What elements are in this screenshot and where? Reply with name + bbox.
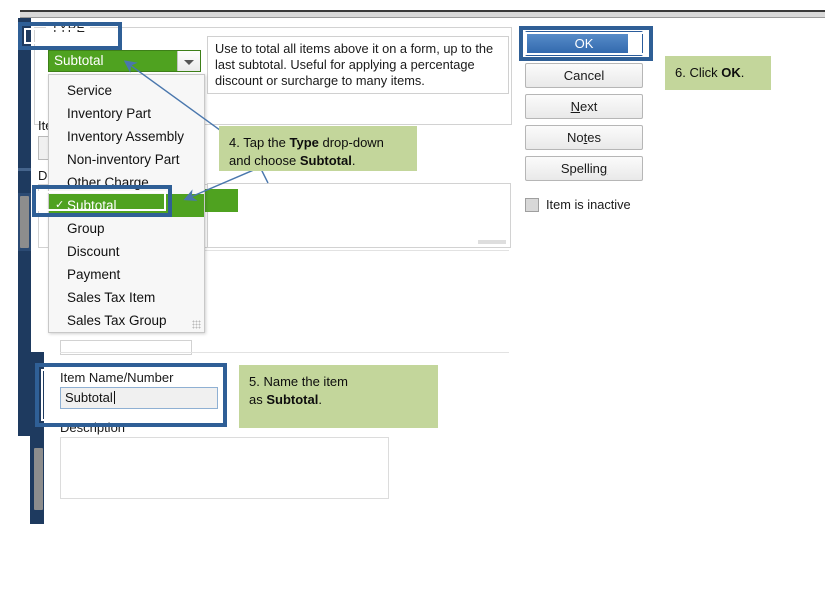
- callout-step-6: 6. Click OK.: [665, 56, 771, 90]
- list-item[interactable]: Inventory Part: [49, 102, 204, 125]
- next-button-label: Next: [571, 99, 598, 114]
- highlight-item-name-field: [35, 363, 227, 427]
- notes-textarea[interactable]: [207, 183, 511, 248]
- list-item-label: Service: [67, 83, 113, 98]
- callout5-t1: 5. Name the item: [249, 374, 348, 389]
- chevron-down-icon: [184, 60, 194, 65]
- list-item[interactable]: Sales Tax Group: [49, 309, 204, 332]
- spelling-mnemonic: g: [599, 161, 608, 176]
- highlight-inner-border: [525, 32, 647, 55]
- notes-b: es: [587, 130, 601, 145]
- callout6-t2: .: [740, 65, 745, 80]
- callout-step-4: 4. Tap the Type drop-down and choose Sub…: [219, 126, 417, 171]
- highlight-subtotal-option: [32, 185, 172, 217]
- spelling-button-label: Spelling: [561, 161, 607, 176]
- list-item-label: Non-inventory Part: [67, 152, 180, 167]
- type-dropdown-arrow-cell[interactable]: [177, 51, 200, 71]
- callout-step-5: 5. Name the item as Subtotal.: [239, 365, 438, 428]
- item-inactive-label: Item is inactive: [546, 197, 631, 212]
- type-dropdown-value: Subtotal: [54, 53, 104, 68]
- list-item-label: Sales Tax Item: [67, 290, 156, 305]
- window-top-gray-bar-edge: [20, 17, 825, 18]
- resize-grip-icon[interactable]: [478, 240, 506, 244]
- list-item-label: Discount: [67, 244, 120, 259]
- item-inactive-checkbox[interactable]: [525, 197, 539, 212]
- callout4-t2: drop-down: [318, 135, 384, 150]
- list-item[interactable]: Payment: [49, 263, 204, 286]
- cancel-button[interactable]: Cancel: [525, 63, 643, 88]
- list-item[interactable]: Group: [49, 217, 204, 240]
- notes-button[interactable]: Notes: [525, 125, 643, 150]
- selected-option-highlight-bleed: [205, 189, 238, 212]
- type-dropdown[interactable]: Subtotal: [48, 50, 201, 72]
- list-item-label: Inventory Part: [67, 106, 152, 121]
- spelling-button[interactable]: Spelling: [525, 156, 643, 181]
- callout6-t1: 6. Click: [675, 65, 722, 80]
- highlight-type-label: [18, 22, 122, 50]
- type-help-text: Use to total all items above it on a for…: [207, 36, 509, 94]
- callout4-t1: 4. Tap the: [229, 135, 290, 150]
- notes-a: No: [567, 130, 584, 145]
- list-item-label: Group: [67, 221, 105, 236]
- highlight-inner-border: [24, 28, 116, 44]
- list-item-label: Payment: [67, 267, 121, 282]
- list-item[interactable]: Inventory Assembly: [49, 125, 204, 148]
- description-textarea[interactable]: [60, 437, 389, 499]
- list-item[interactable]: Service: [49, 79, 204, 102]
- next-rest: ext: [580, 99, 598, 114]
- callout4-b2: Subtotal: [299, 153, 352, 168]
- highlight-inner-border: [41, 369, 221, 421]
- next-mnemonic: N: [570, 99, 581, 114]
- cancel-button-label: Cancel: [563, 68, 605, 83]
- window-left-edge-strip-divider: [18, 168, 31, 171]
- spelling-a: Spellin: [560, 161, 600, 176]
- list-item-label: Sales Tax Group: [67, 313, 167, 328]
- scrollbar-thumb-lower[interactable]: [34, 448, 43, 510]
- list-item[interactable]: Sales Tax Item: [49, 286, 204, 309]
- resize-grip-icon[interactable]: [192, 320, 201, 329]
- notes-button-label: Notes: [567, 130, 601, 145]
- lower-panel-rule: [60, 352, 509, 353]
- callout4-b1: Type: [289, 135, 319, 150]
- list-item[interactable]: Discount: [49, 240, 204, 263]
- highlight-ok-button: [519, 26, 653, 61]
- list-item-label: Inventory Assembly: [67, 129, 185, 144]
- callout5-t2: as: [249, 392, 267, 407]
- list-item[interactable]: Non-inventory Part: [49, 148, 204, 171]
- item-inactive-row[interactable]: Item is inactive: [525, 197, 631, 212]
- callout5-t3: .: [318, 392, 322, 407]
- callout4-t4: .: [351, 153, 356, 168]
- scrollbar-thumb-upper[interactable]: [20, 196, 29, 248]
- next-button[interactable]: Next: [525, 94, 643, 119]
- callout6-b1: OK: [721, 65, 741, 80]
- highlight-inner-border: [38, 191, 166, 211]
- callout4-t3: and choose: [229, 153, 300, 168]
- callout5-b1: Subtotal: [266, 392, 319, 407]
